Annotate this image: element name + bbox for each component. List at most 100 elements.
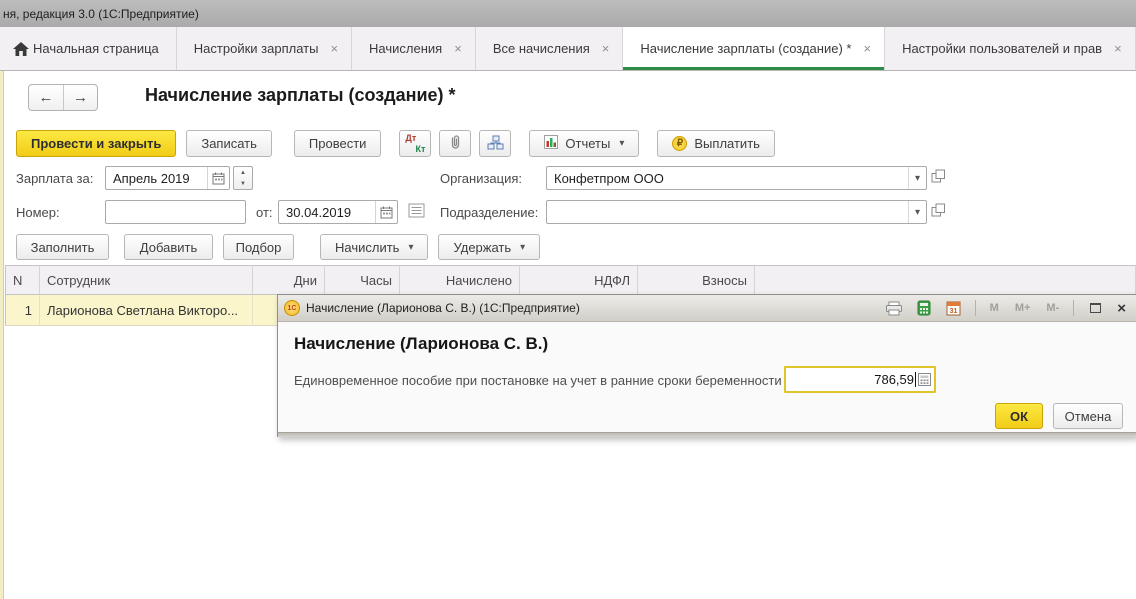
tab-accruals[interactable]: Начисления × [352,27,476,70]
document-toolbar: Провести и закрыть Записать Провести Дт … [16,130,775,157]
accrue-button[interactable]: Начислить ▾ [320,234,428,260]
benefit-amount-input[interactable]: 786,59 [784,366,936,393]
employee-cell[interactable]: Ларионова Светлана Викторо... [40,295,253,326]
add-button[interactable]: Добавить [124,234,213,260]
back-button[interactable]: ← [29,85,63,110]
calculator-icon [917,300,931,316]
calendar-picker-button[interactable] [207,167,229,189]
chevron-down-icon: ▾ [619,138,624,149]
forward-button[interactable]: → [63,85,97,110]
pay-button[interactable]: ₽ Выплатить [657,130,775,157]
tab-all-accruals[interactable]: Все начисления × [476,27,624,70]
memory-minus-button[interactable]: M- [1041,302,1064,314]
close-tab-icon[interactable]: × [863,41,871,56]
cancel-button[interactable]: Отмена [1053,403,1123,429]
pick-button[interactable]: Подбор [223,234,294,260]
save-button[interactable]: Записать [186,130,272,157]
calculator-small-icon[interactable] [918,373,931,386]
column-header-n[interactable]: N [5,265,40,295]
memory-button[interactable]: M [985,302,1004,314]
post-and-close-button[interactable]: Провести и закрыть [16,130,176,157]
column-header-accrued[interactable]: Начислено [400,265,520,295]
open-department-button[interactable] [931,203,946,217]
dialog-title: Начисление (Ларионова С. В.) (1С:Предпри… [306,301,580,315]
page-title: Начисление зарплаты (создание) * [145,85,456,106]
tab-label: Начисление зарплаты (создание) * [640,41,851,56]
maximize-button[interactable] [1083,298,1107,318]
calculator-button[interactable] [912,298,936,318]
date-value: 30.04.2019 [279,205,375,220]
tab-bar: Начальная страница Настройки зарплаты × … [0,27,1136,71]
benefit-amount-value: 786,59 [874,372,914,387]
structure-button[interactable] [479,130,511,157]
fill-button[interactable]: Заполнить [16,234,109,260]
organization-input[interactable]: Конфетпром ООО ▾ [546,166,927,190]
dialog-bottom-frame [278,432,1136,437]
divider [975,300,976,316]
reports-button[interactable]: Отчеты ▾ [529,130,639,157]
column-header-days[interactable]: Дни [253,265,325,295]
salary-period-input[interactable]: Апрель 2019 [105,166,230,190]
structure-icon [487,135,504,153]
tab-user-settings[interactable]: Настройки пользователей и прав × [885,27,1136,70]
svg-text:31: 31 [950,308,958,315]
row-number-cell: 1 [5,295,40,326]
tab-label: Все начисления [493,41,590,56]
list-icon [408,203,425,218]
tab-label: Начальная страница [33,41,159,56]
salary-period-value: Апрель 2019 [106,171,207,186]
number-input[interactable] [105,200,246,224]
paperclip-icon [448,134,462,153]
attachments-button[interactable] [439,130,471,157]
chevron-down-icon: ▾ [520,242,525,253]
calendar-button[interactable]: 31 [942,298,966,318]
chevron-down-icon[interactable]: ▾ [908,201,926,223]
close-dialog-button[interactable]: × [1113,300,1130,317]
period-stepper: ▲ ▼ [233,166,253,190]
organization-label: Организация: [440,171,522,186]
column-header-contributions[interactable]: Взносы [638,265,755,295]
post-button[interactable]: Провести [294,130,382,157]
number-label: Номер: [16,205,60,220]
left-splitter[interactable] [0,71,4,599]
close-tab-icon[interactable]: × [602,41,610,56]
print-button[interactable] [882,298,906,318]
dialog-body: Начисление (Ларионова С. В.) Единовремен… [278,322,1136,432]
accrue-label: Начислить [335,240,399,255]
document-journal-button[interactable] [408,203,425,218]
tab-label: Настройки пользователей и прав [902,41,1102,56]
tab-salary-accrual-create[interactable]: Начисление зарплаты (создание) * × [623,27,885,70]
tab-home[interactable]: Начальная страница [0,27,177,70]
text-cursor [915,372,916,387]
dialog-titlebar[interactable]: 1С Начисление (Ларионова С. В.) (1С:Пред… [278,295,1136,322]
date-input[interactable]: 30.04.2019 [278,200,398,224]
salary-for-label: Зарплата за: [16,171,93,186]
column-header-hours[interactable]: Часы [325,265,400,295]
close-tab-icon[interactable]: × [1114,41,1122,56]
withhold-button[interactable]: Удержать ▾ [438,234,540,260]
calendar-picker-button[interactable] [375,201,397,223]
window-titlebar[interactable]: ня, редакция 3.0 (1С:Предприятие) [0,0,1136,27]
tab-salary-settings[interactable]: Настройки зарплаты × [177,27,352,70]
home-icon [13,42,29,56]
chevron-down-icon[interactable]: ▾ [908,167,926,189]
department-input[interactable]: ▾ [546,200,927,224]
dialog-heading: Начисление (Ларионова С. В.) [294,334,548,354]
tab-label: Настройки зарплаты [194,41,319,56]
column-header-employee[interactable]: Сотрудник [40,265,253,295]
memory-plus-button[interactable]: M+ [1010,302,1036,314]
ok-button[interactable]: ОК [995,403,1043,429]
dtkt-button[interactable]: Дт Кт [399,130,431,157]
open-organization-button[interactable] [931,169,946,183]
window-title: ня, редакция 3.0 (1С:Предприятие) [3,7,199,21]
spin-down-icon[interactable]: ▼ [234,178,252,189]
close-tab-icon[interactable]: × [454,41,462,56]
app-window: ня, редакция 3.0 (1С:Предприятие) Началь… [0,0,1136,599]
1c-logo-icon: 1С [284,300,300,316]
close-tab-icon[interactable]: × [330,41,338,56]
pay-label: Выплатить [694,136,760,151]
column-header-ndfl[interactable]: НДФЛ [520,265,638,295]
calendar-icon [380,206,393,219]
spin-up-icon[interactable]: ▲ [234,167,252,178]
printer-icon [885,301,903,316]
